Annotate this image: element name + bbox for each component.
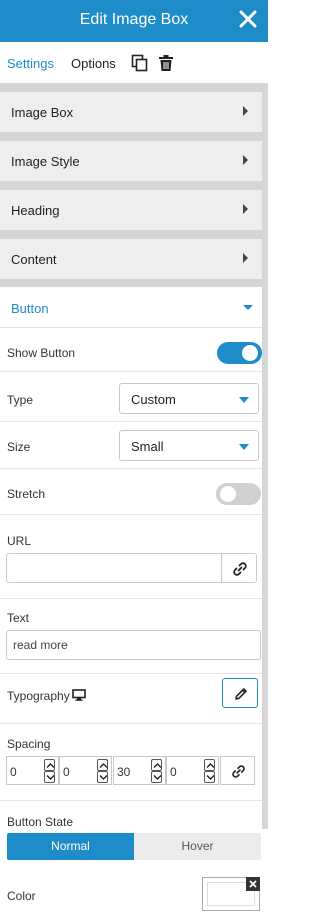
tab-settings[interactable]: Settings (7, 56, 54, 71)
show-button-label: Show Button (7, 346, 76, 360)
size-select-value: Small (131, 439, 164, 454)
section-image-style[interactable]: Image Style (0, 141, 268, 181)
color-label: Color (7, 889, 36, 903)
duplicate-icon[interactable] (131, 54, 149, 72)
chevron-right-icon (243, 155, 248, 165)
typography-edit-button[interactable] (222, 678, 258, 708)
spacing-value: 30 (117, 765, 131, 779)
button-state-label: Button State (7, 815, 74, 829)
state-normal-tab[interactable]: Normal (7, 833, 134, 860)
stretch-toggle[interactable] (216, 483, 261, 505)
text-label: Text (7, 611, 30, 625)
section-label: Image Style (11, 154, 80, 169)
panel-tabs: Settings Options (0, 42, 268, 83)
section-gap (0, 132, 268, 141)
color-swatch[interactable] (202, 877, 260, 911)
chevron-right-icon (243, 106, 248, 116)
chevron-down-icon[interactable] (151, 771, 162, 783)
link-icon (233, 562, 247, 576)
section-heading[interactable]: Heading (0, 190, 268, 230)
spacing-label: Spacing (7, 737, 51, 751)
clear-color-icon[interactable] (246, 877, 260, 891)
chevron-down-icon (243, 305, 253, 310)
show-button-toggle[interactable] (217, 342, 262, 364)
panel-header: Edit Image Box (0, 0, 268, 42)
chevron-up-icon[interactable] (204, 759, 215, 771)
pencil-icon (235, 688, 247, 700)
section-label: Image Box (11, 105, 74, 120)
chevron-down-icon[interactable] (97, 771, 108, 783)
spacing-link-button[interactable] (220, 756, 255, 785)
trash-icon[interactable] (157, 54, 175, 72)
chevron-up-icon[interactable] (97, 759, 108, 771)
chevron-down-icon[interactable] (44, 771, 55, 783)
chevron-right-icon (243, 253, 248, 263)
url-link-button[interactable] (221, 553, 257, 583)
section-image-box[interactable]: Image Box (0, 92, 268, 132)
type-label: Type (7, 393, 34, 407)
url-input[interactable] (6, 553, 222, 583)
chevron-up-icon[interactable] (151, 759, 162, 771)
spacing-value: 0 (170, 765, 177, 779)
caret-down-icon (239, 397, 249, 403)
section-label: Content (11, 252, 57, 267)
url-label: URL (7, 534, 32, 548)
chevron-up-icon[interactable] (44, 759, 55, 771)
section-gap (0, 83, 268, 92)
stretch-label: Stretch (7, 487, 46, 501)
section-label: Button (11, 301, 49, 316)
type-select-value: Custom (131, 392, 176, 407)
section-gap (0, 230, 268, 239)
spacing-value: 0 (63, 765, 70, 779)
size-select[interactable]: Small (119, 430, 259, 461)
scrollbar[interactable] (262, 83, 268, 829)
desktop-icon[interactable] (72, 689, 86, 701)
chevron-right-icon (243, 204, 248, 214)
spacing-top-input[interactable]: 0 (6, 756, 59, 785)
section-gap (0, 181, 268, 190)
tab-options[interactable]: Options (71, 56, 116, 71)
section-button[interactable]: Button (0, 287, 268, 328)
panel-title: Edit Image Box (79, 11, 189, 28)
text-input[interactable] (6, 630, 261, 660)
state-hover-tab[interactable]: Hover (134, 833, 261, 860)
spacing-right-input[interactable]: 0 (59, 756, 112, 785)
section-gap (0, 279, 268, 287)
size-label: Size (7, 440, 31, 454)
close-icon[interactable] (238, 9, 258, 29)
type-select[interactable]: Custom (119, 383, 259, 414)
spacing-bottom-input[interactable]: 30 (113, 756, 166, 785)
section-content[interactable]: Content (0, 239, 268, 279)
chevron-down-icon[interactable] (204, 771, 215, 783)
spacing-value: 0 (10, 765, 17, 779)
caret-down-icon (239, 444, 249, 450)
link-icon (232, 765, 245, 778)
section-label: Heading (11, 203, 60, 218)
typography-label: Typography (7, 689, 70, 703)
spacing-left-input[interactable]: 0 (166, 756, 219, 785)
